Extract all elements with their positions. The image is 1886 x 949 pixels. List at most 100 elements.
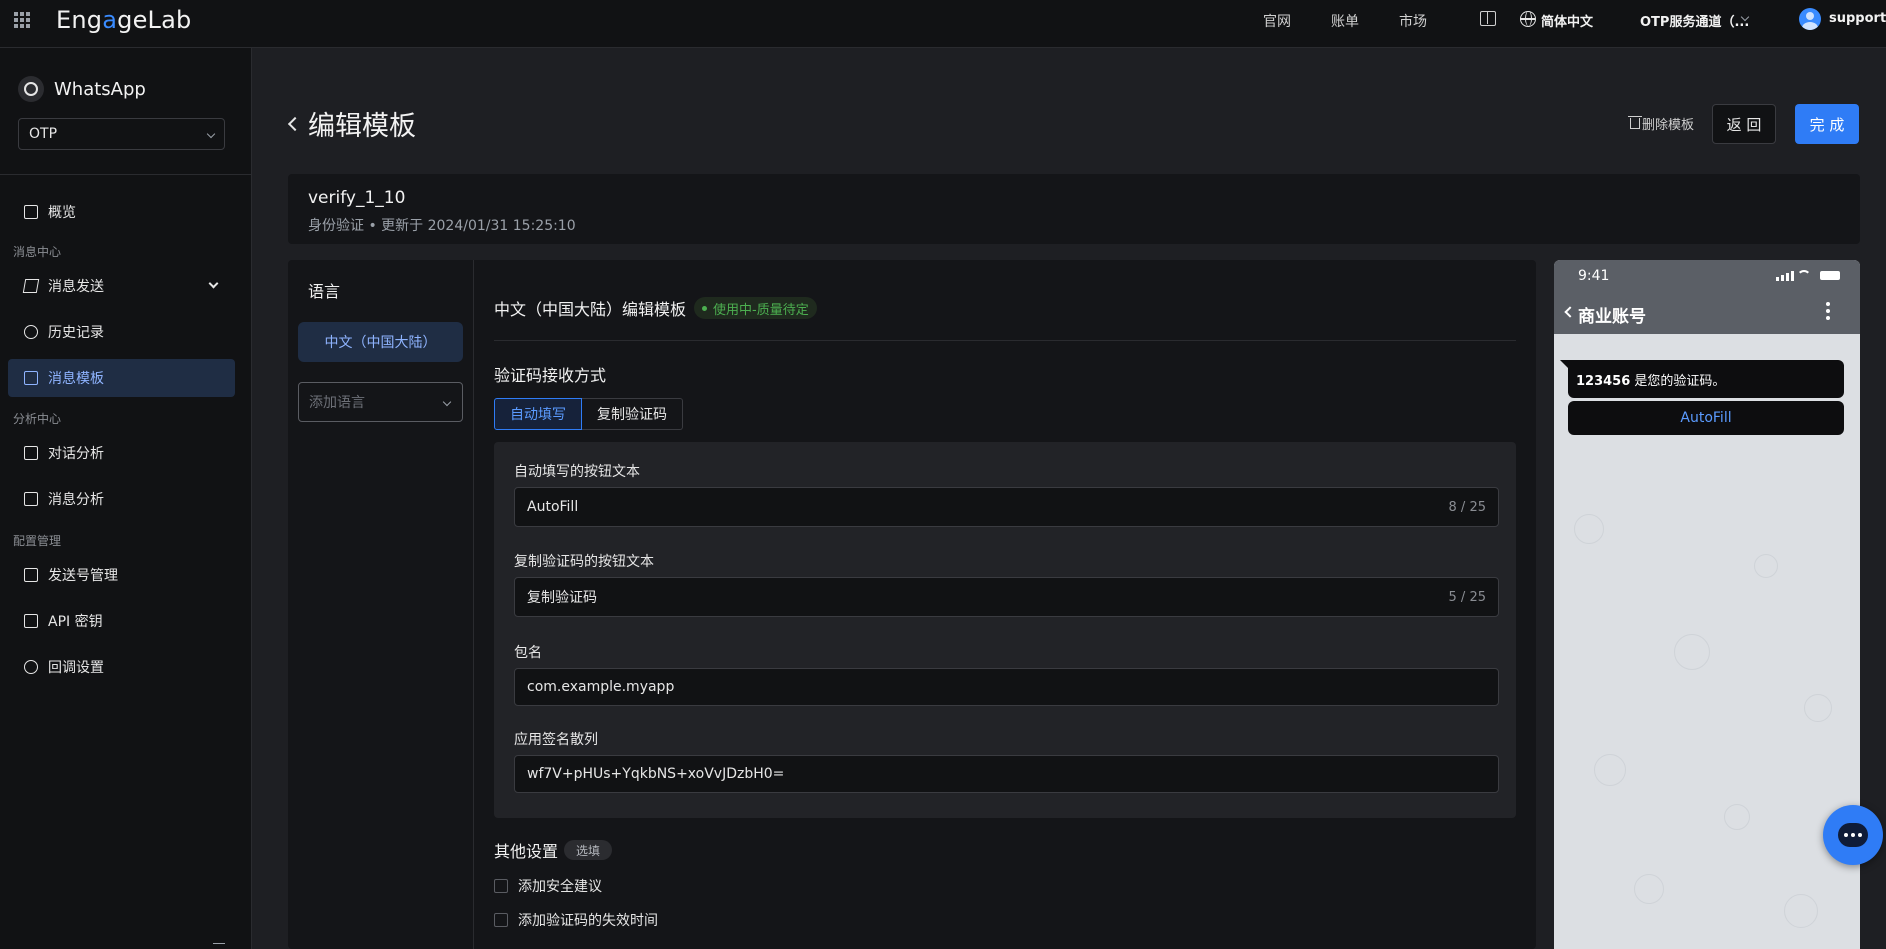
app-select[interactable]: OTP (18, 118, 225, 150)
battery-icon (1820, 271, 1840, 280)
add-language-placeholder: 添加语言 (309, 395, 365, 411)
status-text: 使用中-质量待定 (713, 302, 809, 318)
security-advice-label: 添加安全建议 (518, 879, 602, 895)
done-button[interactable]: 完 成 (1795, 104, 1859, 144)
apps-grid-icon[interactable] (14, 12, 30, 28)
sidebar-item-callback[interactable]: 回调设置 (8, 648, 235, 686)
add-language-select[interactable]: 添加语言 (298, 382, 463, 422)
message-text: 是您的验证码。 (1630, 374, 1726, 389)
tab-autofill[interactable]: 自动填写 (494, 398, 582, 430)
other-settings-header: 其他设置 选填 (494, 838, 613, 862)
signature-hash-label: 应用签名散列 (514, 732, 598, 748)
divider (0, 174, 251, 175)
signature-hash-input[interactable]: wf7V+pHUs+YqkbNS+xoVvJDzbH0= (514, 755, 1499, 793)
code-expiry-checkbox[interactable]: 添加验证码的失效时间 (494, 910, 658, 930)
checkbox[interactable] (494, 879, 508, 893)
sidebar-item-label: 发送号管理 (48, 568, 118, 584)
chat-bubble-icon (1838, 823, 1868, 847)
copy-code-char-count: 5 / 25 (1448, 589, 1486, 605)
gear-icon (24, 660, 38, 674)
user-name[interactable]: support (1829, 11, 1886, 26)
return-button[interactable]: 返 回 (1712, 104, 1776, 144)
globe-icon[interactable] (1520, 11, 1536, 27)
template-meta: 身份验证 • 更新于 2024/01/31 15:25:10 (308, 218, 576, 234)
home-icon (24, 205, 38, 219)
phone-chat-header: 商业账号 (1554, 290, 1860, 334)
nav-market[interactable]: 市场 (1399, 11, 1427, 31)
lock-icon (24, 614, 38, 628)
receive-method-tabs: 自动填写 复制验证码 (494, 398, 683, 430)
sidebar-item-label: 对话分析 (48, 446, 104, 462)
chevron-down-icon (208, 278, 219, 289)
copy-code-text-input[interactable]: 复制验证码 5 / 25 (514, 577, 1499, 617)
sidebar-item-label: 概览 (48, 205, 76, 221)
top-bar: EngageLab 官网 账单 市场 简体中文 OTP服务通道（... supp… (0, 0, 1886, 48)
brand-logo[interactable]: EngageLab (56, 6, 191, 34)
preview-autofill-button: AutoFill (1568, 401, 1844, 435)
page-header: 编辑模板 (287, 104, 416, 143)
send-icon (22, 279, 40, 293)
package-label: 包名 (514, 645, 542, 661)
sidebar-item-overview[interactable]: 概览 (8, 193, 235, 231)
phone-preview: 9:41 商业账号 123456 是您的验证码。 AutoFill (1554, 260, 1860, 949)
tab-copy-code[interactable]: 复制验证码 (582, 398, 683, 430)
phone-status-bar: 9:41 (1554, 260, 1860, 290)
section-config: 配置管理 (13, 534, 62, 548)
copy-code-label: 复制验证码的按钮文本 (514, 554, 654, 570)
package-name-value: com.example.myapp (527, 679, 675, 695)
edit-card: 语言 中文（中国大陆） 添加语言 中文（中国大陆）编辑模板 使用中-质量待定 验… (288, 260, 1536, 949)
form-header: 中文（中国大陆）编辑模板 使用中-质量待定 (494, 296, 817, 320)
collapse-sidebar-icon[interactable] (213, 943, 225, 949)
checkbox[interactable] (494, 913, 508, 927)
autofill-text-value: AutoFill (527, 499, 579, 515)
sidebar-item-label: 消息分析 (48, 492, 104, 508)
language-switch[interactable]: 简体中文 (1541, 11, 1593, 30)
sidebar-item-label: API 密钥 (48, 614, 103, 630)
back-arrow-icon (1564, 306, 1576, 318)
sidebar-item-numbers[interactable]: 发送号管理 (8, 556, 235, 594)
code-expiry-label: 添加验证码的失效时间 (518, 913, 658, 929)
sidebar-item-conversation[interactable]: 对话分析 (8, 434, 235, 472)
trash-icon (1628, 116, 1642, 129)
language-item-active[interactable]: 中文（中国大陆） (298, 322, 463, 362)
delete-template-button[interactable]: 删除模板 (1628, 114, 1694, 133)
sidebar-item-message-analysis[interactable]: 消息分析 (8, 480, 235, 518)
section-messages: 消息中心 (13, 245, 62, 259)
nav-billing[interactable]: 账单 (1331, 11, 1359, 31)
optional-badge: 选填 (564, 840, 613, 860)
back-arrow-icon[interactable] (287, 116, 303, 131)
security-advice-checkbox[interactable]: 添加安全建议 (494, 876, 602, 896)
sidebar-item-label: 消息模板 (48, 371, 104, 387)
template-info-card: verify_1_10 身份验证 • 更新于 2024/01/31 15:25:… (288, 174, 1860, 244)
nav-official-site[interactable]: 官网 (1263, 11, 1291, 31)
avatar[interactable] (1799, 8, 1821, 30)
package-name-input[interactable]: com.example.myapp (514, 668, 1499, 706)
status-dot-icon (702, 305, 708, 311)
sidebar-item-templates[interactable]: 消息模板 (8, 359, 235, 397)
signal-icon (1776, 271, 1794, 281)
divider (494, 340, 1516, 341)
copy-code-text-value: 复制验证码 (527, 590, 597, 606)
sidebar: WhatsApp OTP 概览 消息中心 消息发送 历史记录 消息模板 分析中心… (0, 48, 252, 949)
contact-icon (24, 568, 38, 582)
sidebar-item-history[interactable]: 历史记录 (8, 313, 235, 351)
business-account-name: 商业账号 (1578, 307, 1646, 327)
autofill-text-input[interactable]: AutoFill 8 / 25 (514, 487, 1499, 527)
channel-select[interactable]: OTP服务通道（... (1640, 11, 1749, 30)
section-analysis: 分析中心 (13, 412, 62, 426)
autofill-label: 自动填写的按钮文本 (514, 464, 640, 480)
sidebar-item-send[interactable]: 消息发送 (8, 267, 235, 305)
docs-icon[interactable] (1480, 11, 1496, 26)
autofill-char-count: 8 / 25 (1448, 499, 1486, 515)
app-title: WhatsApp (54, 78, 146, 100)
sidebar-item-label: 消息发送 (48, 279, 104, 295)
whatsapp-icon (18, 76, 44, 102)
button-settings-panel: 自动填写的按钮文本 AutoFill 8 / 25 复制验证码的按钮文本 复制验… (494, 442, 1516, 818)
template-icon (24, 371, 38, 385)
chevron-down-icon (442, 397, 452, 407)
receive-method-title: 验证码接收方式 (494, 366, 607, 385)
app-header: WhatsApp (18, 76, 146, 102)
support-chat-button[interactable] (1823, 805, 1883, 865)
sidebar-item-api-key[interactable]: API 密钥 (8, 602, 235, 640)
language-panel: 语言 中文（中国大陆） 添加语言 (288, 260, 474, 949)
